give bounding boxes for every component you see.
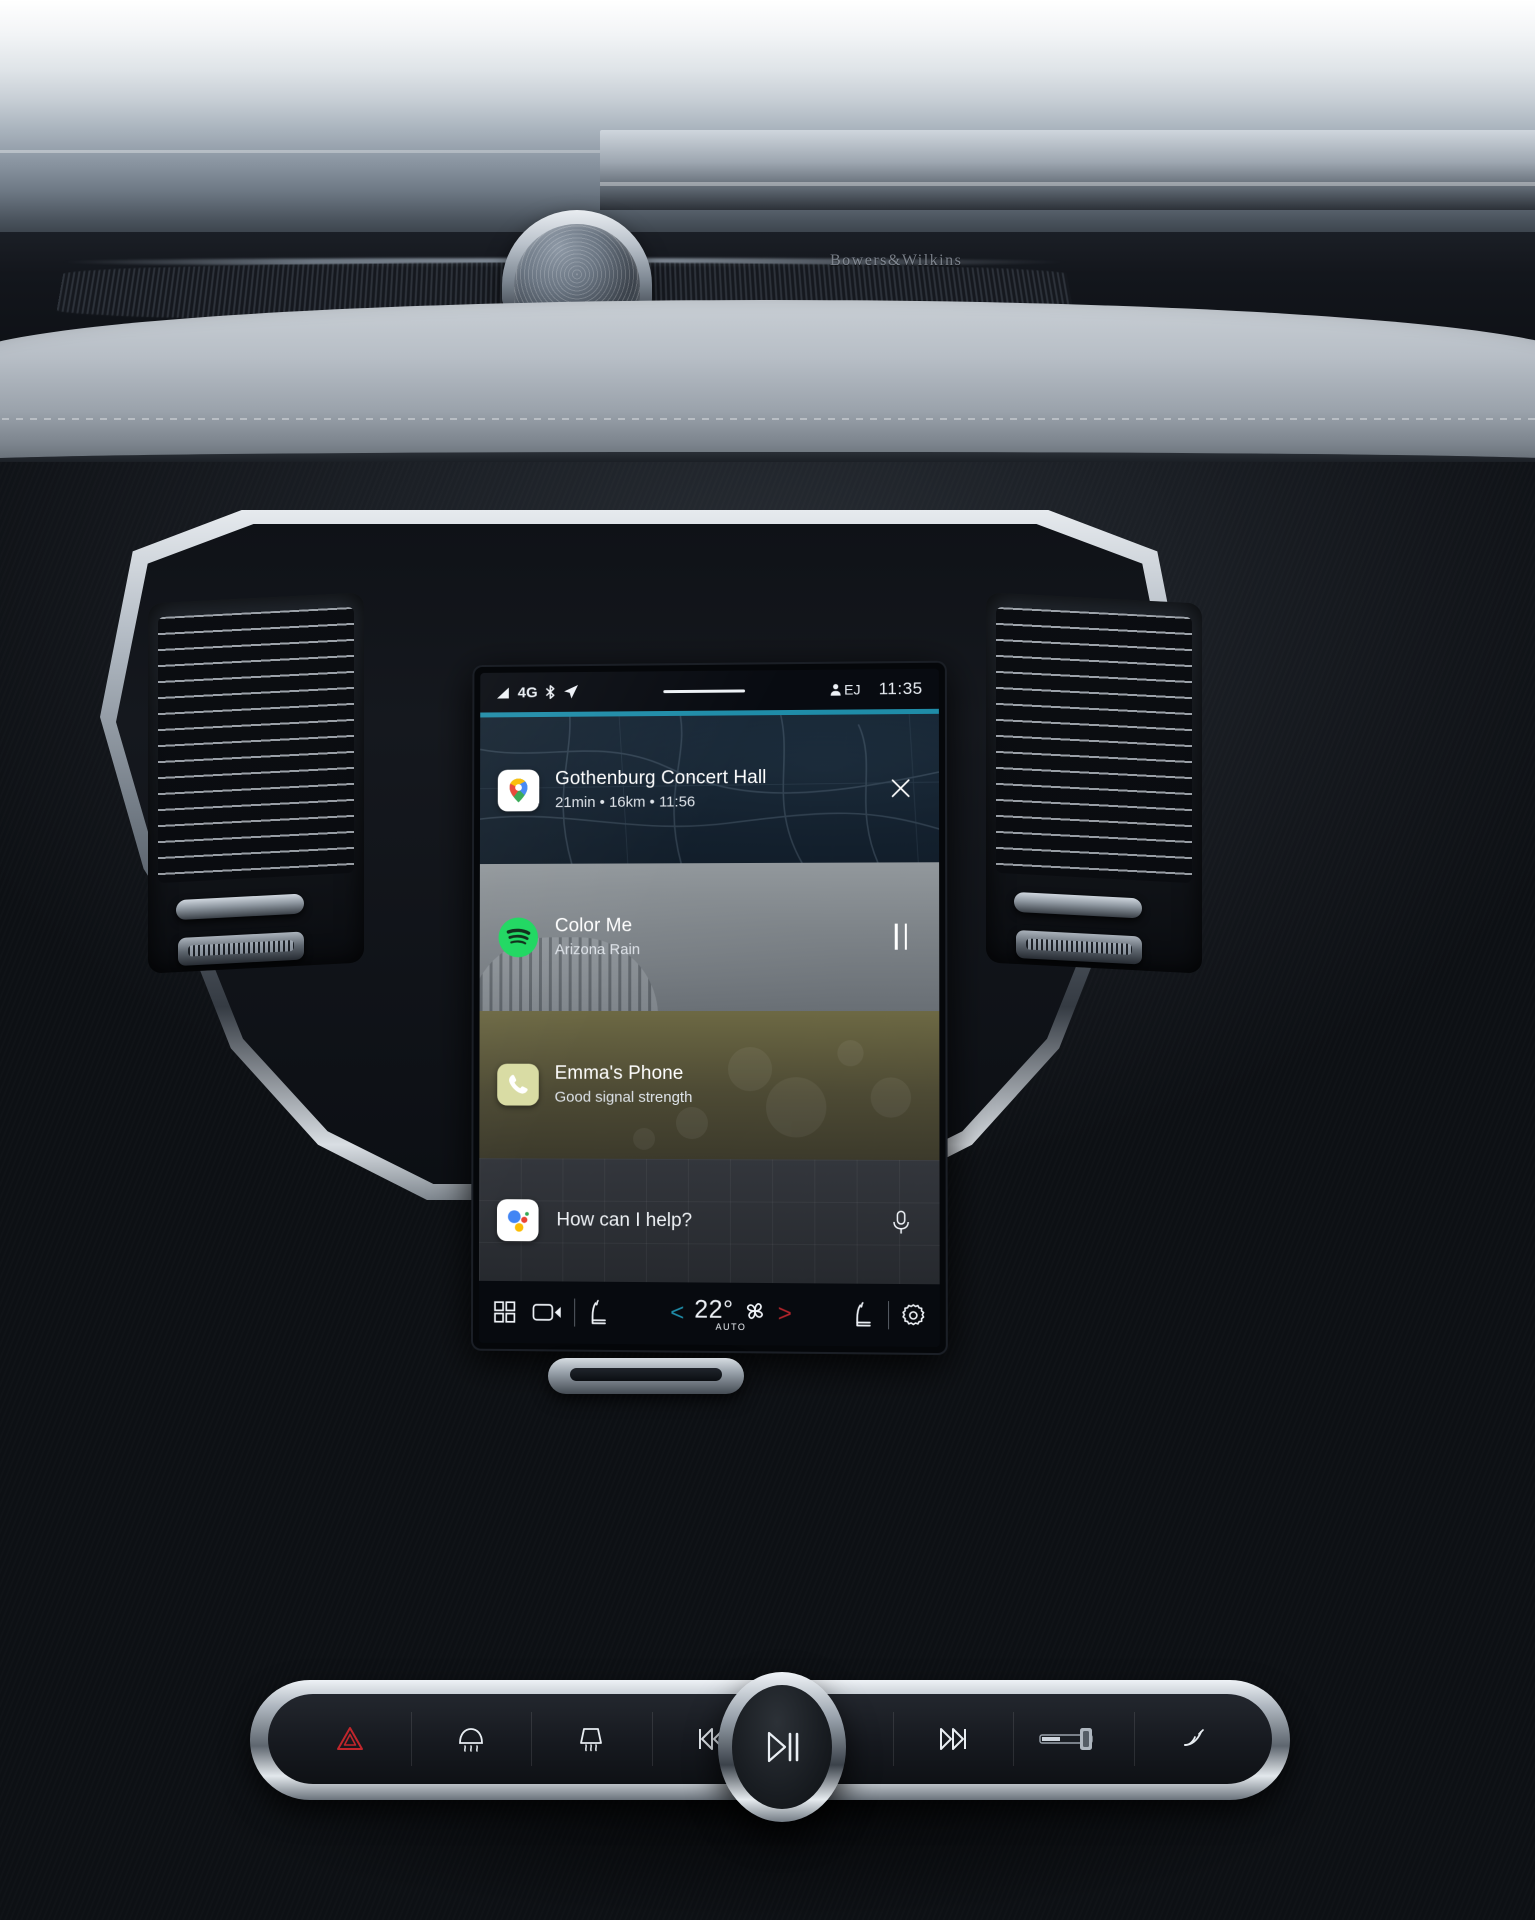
- google-maps-icon: [497, 769, 540, 812]
- phone-card-text: Emma's Phone Good signal strength: [555, 1062, 922, 1109]
- car-interior-scene: Bowers&Wilkins 4G EJ 11:35 Gothenburg Co…: [0, 0, 1535, 1920]
- camera-icon[interactable]: [532, 1301, 562, 1323]
- apps-grid-icon[interactable]: [493, 1300, 517, 1324]
- media-artist-name: Arizona Rain: [554, 940, 641, 958]
- user-profile-icon: [829, 683, 842, 697]
- phone-signal-status: Good signal strength: [554, 1088, 693, 1106]
- navigation-arrow-icon: [564, 684, 580, 700]
- air-vent-left[interactable]: [148, 592, 364, 974]
- climate-controls: < 22° AUTO >: [611, 1295, 852, 1333]
- control-bar-left: [493, 1300, 562, 1325]
- play-pause-knob-face[interactable]: [732, 1685, 832, 1809]
- card-stack: Gothenburg Concert Hall 21min • 16km • 1…: [479, 713, 940, 1285]
- assistant-card-body: How can I help?: [496, 1198, 922, 1244]
- status-bar-clock: 11:35: [878, 678, 923, 699]
- status-bar-left: 4G: [496, 683, 579, 701]
- drag-handle-icon[interactable]: [662, 688, 745, 693]
- hazard-triangle-icon: [337, 1727, 364, 1750]
- navigation-eta-details: 21min • 16km • 11:56: [555, 793, 696, 811]
- temperature-display: 22° AUTO: [694, 1295, 768, 1332]
- control-bar-divider-left: [574, 1298, 576, 1327]
- temperature-value: 22°: [694, 1295, 734, 1324]
- network-type-label: 4G: [517, 683, 538, 701]
- bluetooth-icon: [545, 684, 557, 700]
- air-vent-right-dial[interactable]: [1016, 929, 1142, 965]
- dashboard-stitching: [0, 418, 1535, 420]
- volume-slider[interactable]: [1013, 1698, 1134, 1780]
- center-console-button-bar: [250, 1672, 1290, 1852]
- infotainment-display-bezel: 4G EJ 11:35 Gothenburg Concert Hall 21mi…: [470, 660, 948, 1356]
- hood-edge: [600, 130, 1535, 210]
- user-profile-initials: EJ: [844, 681, 861, 698]
- air-vent-right-knob[interactable]: [1014, 891, 1142, 919]
- air-vent-left-knob[interactable]: [176, 893, 304, 921]
- temperature-mode-label: AUTO: [715, 1321, 747, 1333]
- media-track-title: Color Me: [554, 915, 633, 937]
- volume-slider-icon: [1039, 1728, 1093, 1750]
- media-card-body: Color Me Arizona Rain: [497, 914, 921, 961]
- media-pause-button[interactable]: [881, 917, 921, 957]
- air-vent-left-slats: [158, 606, 354, 884]
- google-assistant-icon: [496, 1198, 539, 1241]
- spotify-icon: [497, 916, 539, 958]
- front-windshield-defrost-icon: [580, 1728, 603, 1752]
- air-vent-right[interactable]: [986, 592, 1202, 974]
- navigation-destination: Gothenburg Concert Hall: [555, 767, 767, 790]
- seat-heater-left-icon[interactable]: [587, 1299, 611, 1327]
- control-bar-divider-right: [888, 1301, 890, 1330]
- rear-window-defrost-icon: [458, 1728, 483, 1752]
- user-profile[interactable]: EJ: [829, 681, 861, 698]
- fan-icon[interactable]: [742, 1298, 768, 1322]
- phone-card-body: Emma's Phone Good signal strength: [497, 1062, 921, 1109]
- media-card[interactable]: Color Me Arizona Rain: [479, 862, 940, 1012]
- navigation-close-button[interactable]: [880, 768, 920, 808]
- status-bar: 4G EJ 11:35: [480, 668, 939, 713]
- air-vent-right-slats: [996, 606, 1192, 884]
- air-vent-left-dial[interactable]: [178, 931, 304, 967]
- tweeter-dome: [514, 224, 640, 308]
- temperature-row: 22°: [694, 1295, 768, 1325]
- signal-bars-icon: [496, 686, 511, 699]
- play-pause-knob[interactable]: [718, 1672, 846, 1822]
- hazard-lights-button[interactable]: [290, 1698, 411, 1780]
- tweeter-mesh: [514, 224, 640, 308]
- status-bar-center[interactable]: [579, 688, 829, 693]
- media-card-text: Color Me Arizona Rain: [555, 914, 871, 961]
- close-icon: [890, 777, 912, 799]
- phone-icon: [497, 1063, 539, 1106]
- next-track-button[interactable]: [892, 1698, 1014, 1780]
- status-bar-right: EJ 11:35: [829, 679, 923, 700]
- mute-icon: [1183, 1729, 1204, 1746]
- play-pause-icon: [767, 1731, 799, 1763]
- temperature-decrease-button[interactable]: <: [670, 1299, 684, 1326]
- assistant-card[interactable]: How can I help?: [479, 1158, 940, 1285]
- center-stack-bottom-trim: [548, 1358, 744, 1394]
- phone-card[interactable]: Emma's Phone Good signal strength: [479, 1010, 940, 1161]
- settings-gear-icon[interactable]: [901, 1303, 925, 1327]
- navigation-card-body: Gothenburg Concert Hall 21min • 16km • 1…: [497, 765, 921, 813]
- phone-device-name: Emma's Phone: [554, 1062, 684, 1084]
- windshield-view: [0, 0, 1535, 250]
- infotainment-display[interactable]: 4G EJ 11:35 Gothenburg Concert Hall 21mi…: [478, 668, 940, 1347]
- rear-defrost-button[interactable]: [410, 1698, 532, 1780]
- next-track-icon: [939, 1728, 966, 1750]
- pause-icon: [894, 923, 907, 950]
- assistant-prompt: How can I help?: [556, 1208, 693, 1231]
- mute-button[interactable]: [1133, 1698, 1255, 1780]
- seat-heater-right-icon[interactable]: [852, 1301, 876, 1329]
- assistant-mic-button[interactable]: [881, 1202, 922, 1243]
- front-defrost-button[interactable]: [531, 1698, 652, 1780]
- microphone-icon: [890, 1209, 912, 1235]
- temperature-increase-button[interactable]: >: [778, 1300, 792, 1327]
- brand-plate: Bowers&Wilkins: [830, 252, 963, 269]
- navigation-card[interactable]: Gothenburg Concert Hall 21min • 16km • 1…: [479, 713, 940, 865]
- navigation-card-text: Gothenburg Concert Hall 21min • 16km • 1…: [555, 765, 870, 813]
- bottom-control-bar: < 22° AUTO >: [478, 1280, 940, 1347]
